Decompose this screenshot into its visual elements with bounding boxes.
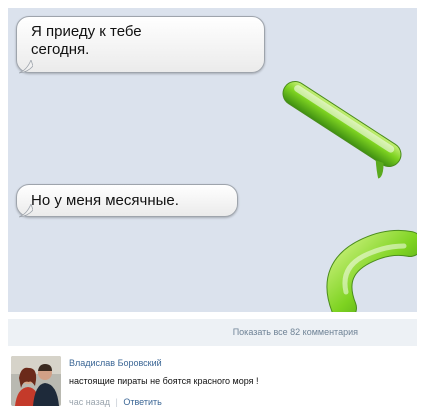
message-bubble-2: Но у меня месячные. (16, 184, 238, 218)
message-text-1: Я приеду к тебе сегодня. (31, 23, 142, 58)
message-bubble-1: Я приеду к тебе сегодня. (16, 16, 265, 74)
comment-text: настоящие пираты не боятся красного моря… (69, 376, 259, 386)
show-all-comments-link[interactable]: Показать все 82 комментария (233, 327, 358, 337)
reply-link[interactable]: Ответить (123, 397, 161, 407)
meta-separator: | (115, 397, 118, 407)
comment-item: Владислав Боровский настоящие пираты не … (8, 352, 417, 412)
avatar[interactable] (11, 356, 61, 406)
show-comments-bar[interactable]: Показать все 82 комментария (8, 319, 417, 346)
bubble-tail-icon (19, 204, 33, 218)
chat-screenshot: Я приеду к тебе сегодня. Но у меня месяч… (8, 8, 417, 312)
bubble-tail-icon (19, 60, 33, 74)
comment-time[interactable]: час назад (69, 397, 110, 407)
green-pill-bubble-icon (282, 81, 402, 179)
message-text-2: Но у меня месячные. (31, 192, 179, 209)
curved-green-bubble-icon (326, 229, 417, 312)
comment-author-link[interactable]: Владислав Боровский (69, 358, 162, 368)
comment-meta: час назад | Ответить (69, 397, 162, 407)
avatar-photo-icon (11, 356, 61, 406)
